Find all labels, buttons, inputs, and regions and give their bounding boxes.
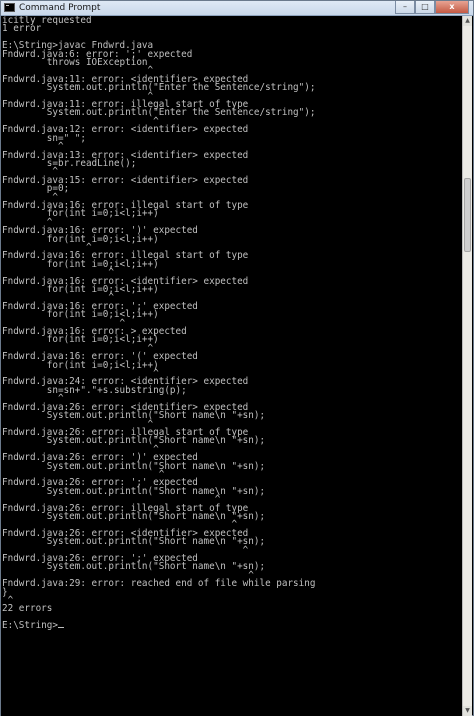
console-line: 22 errors	[2, 603, 53, 615]
scroll-up-arrow-icon[interactable]: ▲	[463, 16, 472, 26]
window-title: Command Prompt	[19, 3, 101, 13]
scrollbar-thumb[interactable]	[464, 178, 471, 252]
minimize-button[interactable]: –	[395, 1, 415, 14]
console-icon[interactable]	[4, 3, 15, 12]
command-prompt-window: Command Prompt – □ x icitly requested 1 …	[0, 0, 474, 716]
vertical-scrollbar[interactable]: ▲ ▼	[462, 16, 472, 716]
title-bar[interactable]: Command Prompt – □ x	[1, 1, 473, 16]
text-cursor	[57, 627, 64, 629]
window-controls: – □ x	[395, 1, 469, 14]
console-line: E:\String>	[2, 620, 58, 632]
console-line: Fndwrd.java:29: error: reached end of fi…	[2, 578, 316, 590]
console-line: 1 error	[2, 23, 42, 35]
scroll-down-arrow-icon[interactable]: ▼	[463, 706, 472, 716]
close-button[interactable]: x	[435, 1, 469, 14]
console-text: icitly requested 1 error E:\String>javac…	[1, 16, 463, 631]
maximize-button[interactable]: □	[415, 1, 435, 14]
console-output[interactable]: icitly requested 1 error E:\String>javac…	[1, 16, 463, 716]
